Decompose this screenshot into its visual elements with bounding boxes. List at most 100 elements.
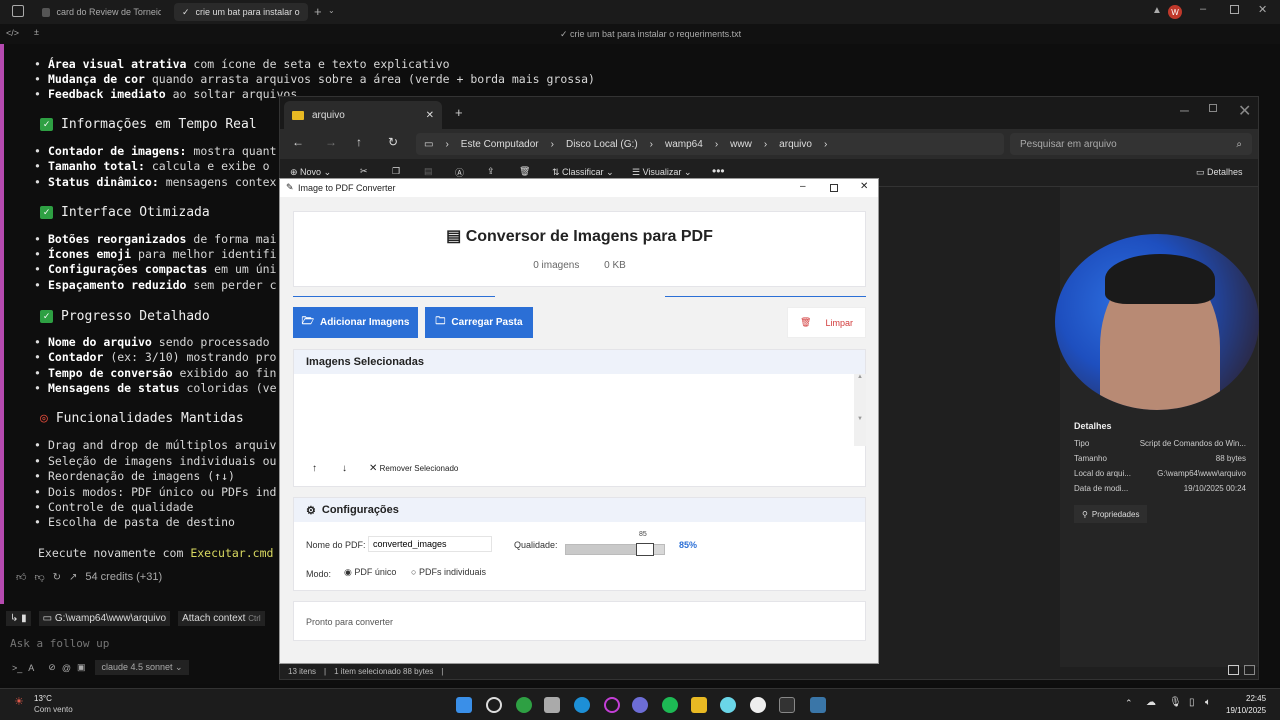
up-icon[interactable]: ↑ [356, 135, 362, 149]
tab-arquivo[interactable]: arquivo ✕ [284, 101, 442, 129]
load-folder-button[interactable]: 🗀︎ Carregar Pasta [425, 307, 533, 338]
scrollbar[interactable]: ▲ ▼ [854, 374, 866, 446]
view-button[interactable]: ☰ Visualizar ⌄ [632, 167, 691, 178]
quality-slider[interactable] [565, 543, 665, 556]
address-bar[interactable]: ▭ › Este Computador › Disco Local (G:) › wa… [416, 133, 1004, 155]
tray-chevron-icon[interactable]: ⌃ [1125, 698, 1133, 709]
code-link[interactable]: Executar.cmd [190, 546, 273, 560]
weather-icon[interactable]: ☀ [14, 695, 24, 708]
breadcrumb-item[interactable]: wamp64 [665, 139, 703, 150]
search-icon[interactable] [486, 697, 502, 713]
github-icon[interactable] [750, 697, 766, 713]
details-button[interactable]: ▭ Detalhes [1196, 167, 1243, 178]
minimize-icon[interactable]: – [1180, 102, 1189, 120]
mention-icon[interactable]: @ [62, 663, 71, 673]
tab-list-chevron-icon[interactable]: ⌄ [328, 6, 335, 15]
share-icon[interactable]: ⇪ [487, 166, 495, 177]
close-icon[interactable]: ✕ [426, 110, 434, 121]
back-icon[interactable]: ← [292, 135, 304, 149]
properties-button[interactable]: ⚲ Propriedades [1074, 505, 1148, 523]
close-icon[interactable]: ✕ [860, 181, 868, 192]
breadcrumb-item[interactable]: Este Computador [461, 139, 539, 150]
add-images-button[interactable]: 🗁︎ Adicionar Imagens [293, 307, 418, 338]
sidebar-toggle-icon[interactable] [12, 5, 24, 17]
new-button[interactable]: ⊕ Novo ⌄ [290, 167, 331, 178]
config-card: ⚙ Configurações Nome do PDF: Qualidade: 8… [293, 497, 866, 591]
slider-thumb[interactable] [636, 543, 654, 556]
remove-selected-button[interactable]: ✕ Remover Selecionado [369, 463, 458, 474]
mode-multi-radio[interactable]: ○ PDFs individuais [411, 567, 486, 577]
breadcrumb-item[interactable]: www [730, 139, 752, 150]
followup-input[interactable] [10, 634, 276, 652]
start-icon[interactable] [456, 697, 472, 713]
opera-icon[interactable] [604, 697, 620, 713]
details-label: Detalhes [1207, 167, 1243, 177]
copy-icon[interactable]: ❐ [392, 166, 400, 177]
mic-icon[interactable]: 🎙︎ [1169, 697, 1182, 708]
progress-divider-right [665, 296, 866, 297]
refresh-icon[interactable]: ↻ [388, 135, 398, 149]
clock-date[interactable]: 19/10/2025 [1226, 706, 1266, 715]
clear-button[interactable]: 🗑︎ Limpar [787, 307, 866, 338]
chat-icon[interactable] [632, 697, 648, 713]
agent-icon[interactable]: A [28, 663, 34, 673]
notification-icon[interactable]: ▲ [1152, 5, 1162, 16]
volume-icon[interactable]: 🔈︎ [1205, 697, 1211, 708]
thumbs-down-icon[interactable]: 👎︎ [34, 571, 44, 583]
more-icon[interactable]: ••• [712, 164, 725, 178]
tab-review[interactable]: card do Review de Torneios [34, 3, 169, 21]
new-tab-button[interactable]: + [314, 4, 322, 19]
image-list[interactable] [294, 374, 854, 446]
minimize-icon[interactable]: – [800, 181, 806, 192]
new-tab-button[interactable]: + [455, 105, 463, 120]
breadcrumb-item[interactable]: arquivo [779, 139, 812, 150]
image-icon[interactable]: ▣ [77, 662, 86, 673]
details-key: Tipo [1074, 439, 1090, 448]
pin-icon[interactable]: ± [34, 27, 39, 37]
file-explorer-icon[interactable] [691, 697, 707, 713]
app-icon[interactable] [720, 697, 736, 713]
maximize-icon[interactable] [1209, 104, 1217, 112]
maximize-icon[interactable] [1230, 5, 1239, 14]
attach-icon[interactable]: ⊘ [48, 662, 56, 673]
mode-single-radio[interactable]: ◉ PDF único [344, 567, 396, 578]
forward-icon[interactable]: → [325, 135, 337, 149]
edge-icon[interactable] [574, 697, 590, 713]
terminal-icon[interactable]: >_ [12, 663, 22, 673]
model-select[interactable]: claude 4.5 sonnet ⌄ [95, 660, 189, 675]
python-icon[interactable] [810, 697, 826, 713]
sort-button[interactable]: ⇅ Classificar ⌄ [552, 167, 614, 178]
separator: | [441, 666, 444, 676]
attach-context-button[interactable]: Attach context Ctrl [178, 610, 265, 626]
thumbs-up-icon[interactable]: 👍︎ [16, 571, 26, 583]
minimize-icon[interactable]: – [1200, 3, 1206, 15]
tab-bat[interactable]: ✓ crie um bat para instalar o requ [174, 3, 308, 21]
close-icon[interactable]: ✕ [1258, 3, 1267, 16]
code-icon[interactable]: </> [6, 28, 19, 38]
snip-icon[interactable] [544, 697, 560, 713]
tile-view-icon[interactable] [1244, 665, 1255, 675]
phone-icon[interactable]: ▯ [1189, 697, 1195, 708]
breadcrumb-item[interactable]: Disco Local (G:) [566, 139, 638, 150]
pdf-name-input[interactable] [368, 536, 492, 552]
branch-icon[interactable]: ↳ ▮ [6, 610, 31, 626]
avatar[interactable]: W [1168, 5, 1182, 19]
list-view-icon[interactable] [1228, 665, 1239, 675]
move-down-button[interactable]: ↓ [342, 463, 347, 474]
retry-icon[interactable]: ↻ [53, 572, 61, 583]
search-input[interactable]: Pesquisar em arquivo ⌕ [1010, 133, 1252, 155]
cut-icon[interactable]: ✂ [360, 166, 368, 177]
xbox-icon[interactable] [516, 697, 532, 713]
maximize-icon[interactable] [830, 184, 838, 192]
quality-percent: 85% [679, 540, 698, 550]
share-icon[interactable]: ↗ [69, 572, 77, 583]
move-up-button[interactable]: ↑ [312, 463, 317, 474]
path-chip[interactable]: ▭ G:\wamp64\www\arquivo [38, 610, 171, 626]
delete-icon[interactable]: 🗑︎ [519, 166, 530, 177]
cloud-icon[interactable]: ☁ [1146, 697, 1156, 708]
clock-time[interactable]: 22:45 [1246, 694, 1266, 703]
close-icon[interactable]: ✕ [1238, 101, 1251, 121]
spotify-icon[interactable] [662, 697, 678, 713]
paste-icon[interactable]: ▤ [424, 166, 433, 177]
terminal-icon[interactable] [779, 697, 795, 713]
